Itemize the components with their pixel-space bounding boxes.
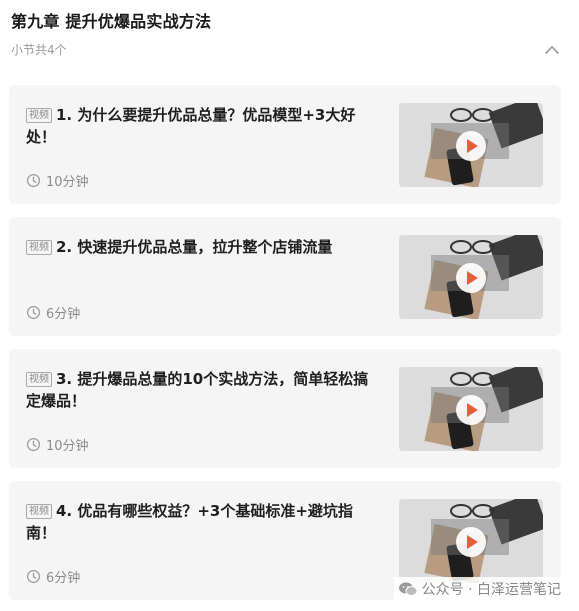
- course-chapter-page: 第九章 提升优爆品实战方法 小节共4个 视频 1. 为什么要提升优品总量？优品模型…: [0, 0, 579, 611]
- lesson-title-text: 1. 为什么要提升优品总量？优品模型+3大好处！: [26, 106, 356, 146]
- clock-icon: [26, 305, 41, 320]
- play-icon[interactable]: [456, 131, 486, 161]
- lesson-thumbnail[interactable]: [399, 235, 543, 319]
- clock-icon: [26, 569, 41, 584]
- collapse-toggle-button[interactable]: [541, 40, 563, 60]
- clock-icon: [26, 173, 41, 188]
- lesson-title: 视频 1. 为什么要提升优品总量？优品模型+3大好处！: [26, 104, 378, 148]
- duration-text: 10分钟: [46, 439, 89, 454]
- lesson-item[interactable]: 视频 2. 快速提升优品总量，拉升整个店铺流量 6分钟: [9, 217, 561, 336]
- lesson-thumbnail[interactable]: [399, 499, 543, 583]
- section-count: 小节共4个: [11, 43, 67, 57]
- lesson-item[interactable]: 视频 3. 提升爆品总量的10个实战方法，简单轻松搞定爆品！ 10分钟: [9, 349, 561, 468]
- duration-text: 6分钟: [46, 571, 81, 586]
- video-tag: 视频: [26, 108, 52, 123]
- duration-text: 10分钟: [46, 175, 89, 190]
- watermark-text: 公众号 · 白泽运营笔记: [421, 582, 561, 598]
- lesson-item[interactable]: 视频 1. 为什么要提升优品总量？优品模型+3大好处！ 10分钟: [9, 85, 561, 204]
- video-tag: 视频: [26, 240, 52, 255]
- lesson-thumbnail[interactable]: [399, 367, 543, 451]
- lesson-list: 视频 1. 为什么要提升优品总量？优品模型+3大好处！ 10分钟 视频 2. 快…: [9, 85, 561, 611]
- lesson-duration: 10分钟: [26, 171, 89, 190]
- lesson-duration: 6分钟: [26, 567, 80, 586]
- duration-text: 6分钟: [46, 307, 81, 322]
- lesson-title: 视频 4. 优品有哪些权益？+3个基础标准+避坑指南！: [26, 500, 378, 544]
- lesson-title: 视频 3. 提升爆品总量的10个实战方法，简单轻松搞定爆品！: [26, 368, 378, 412]
- clock-icon: [26, 437, 41, 452]
- lesson-thumbnail[interactable]: [399, 103, 543, 187]
- chapter-title: 第九章 提升优爆品实战方法: [11, 12, 212, 31]
- lesson-duration: 10分钟: [26, 435, 89, 454]
- play-icon[interactable]: [456, 395, 486, 425]
- lesson-title: 视频 2. 快速提升优品总量，拉升整个店铺流量: [26, 236, 378, 258]
- play-icon[interactable]: [456, 527, 486, 557]
- video-tag: 视频: [26, 504, 52, 519]
- lesson-duration: 6分钟: [26, 303, 80, 322]
- lesson-title-text: 3. 提升爆品总量的10个实战方法，简单轻松搞定爆品！: [26, 370, 369, 410]
- lesson-title-text: 4. 优品有哪些权益？+3个基础标准+避坑指南！: [26, 502, 353, 542]
- play-icon[interactable]: [456, 263, 486, 293]
- video-tag: 视频: [26, 372, 52, 387]
- lesson-title-text: 2. 快速提升优品总量，拉升整个店铺流量: [56, 238, 333, 256]
- watermark: 公众号 · 白泽运营笔记: [393, 577, 565, 601]
- chevron-up-icon: [545, 46, 559, 54]
- wechat-icon: [398, 582, 418, 596]
